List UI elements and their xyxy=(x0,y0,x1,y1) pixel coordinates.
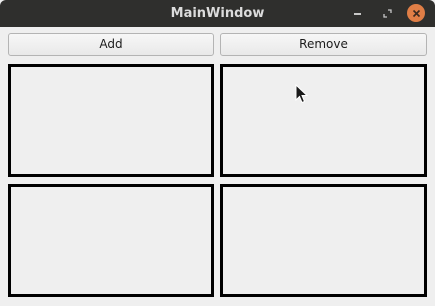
window-title: MainWindow xyxy=(170,6,265,21)
minimize-button[interactable] xyxy=(348,4,367,23)
add-button[interactable]: Add xyxy=(8,33,214,56)
frame-panel xyxy=(8,64,214,177)
close-icon xyxy=(412,9,420,17)
close-button[interactable] xyxy=(407,4,425,22)
frame-panel xyxy=(220,64,427,177)
main-window: MainWindow Add Remove xyxy=(0,0,435,306)
title-bar[interactable]: MainWindow xyxy=(0,0,435,27)
frame-panel xyxy=(220,184,427,297)
maximize-icon xyxy=(383,9,392,18)
remove-button[interactable]: Remove xyxy=(220,33,427,56)
frame-panel xyxy=(8,184,214,297)
mouse-cursor-icon xyxy=(295,84,309,104)
minimize-icon xyxy=(354,13,361,15)
maximize-button[interactable] xyxy=(378,4,397,23)
